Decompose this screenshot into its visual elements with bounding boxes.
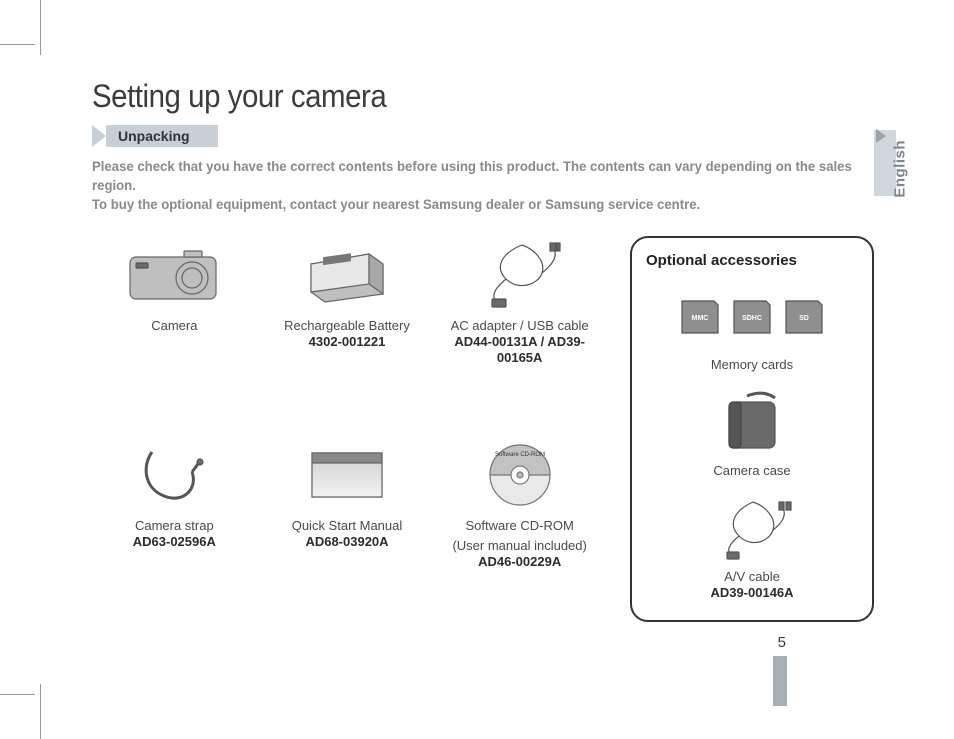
- crop-mark: [0, 44, 35, 45]
- content-area: Setting up your camera Unpacking Please …: [92, 78, 892, 622]
- item-label: Software CD-ROM: [465, 518, 573, 534]
- item-ac-adapter: AC adapter / USB cable AD44-00131A / AD3…: [437, 236, 602, 418]
- svg-text:MMC: MMC: [692, 315, 709, 322]
- opt-av-cable: A/V cable AD39-00146A: [646, 495, 858, 602]
- item-part: AD63-02596A: [133, 534, 216, 550]
- memory-cards-icon: MMC SDHC SD: [672, 283, 832, 351]
- arrow-right-icon: [876, 129, 886, 143]
- item-camera: Camera: [92, 236, 257, 418]
- intro-line-2: To buy the optional equipment, contact y…: [92, 196, 700, 212]
- item-label: Quick Start Manual: [292, 518, 403, 534]
- item-battery: Rechargeable Battery 4302-001221: [265, 236, 430, 418]
- language-label: English: [892, 140, 909, 198]
- camera-case-icon: [717, 389, 787, 457]
- arrow-stub-icon: [92, 125, 106, 147]
- strap-icon: [134, 436, 214, 514]
- av-cable-icon: [707, 495, 797, 563]
- svg-text:SDHC: SDHC: [742, 315, 762, 322]
- battery-icon: [303, 236, 391, 314]
- manual-icon: [302, 436, 392, 514]
- optional-heading: Optional accessories: [646, 252, 858, 269]
- opt-camera-case: Camera case: [646, 389, 858, 479]
- camera-icon: [124, 236, 224, 314]
- item-strap: Camera strap AD63-02596A: [92, 436, 257, 622]
- item-label: Camera strap: [135, 518, 214, 534]
- page-title: Setting up your camera: [92, 78, 828, 115]
- crop-mark: [0, 694, 35, 695]
- crop-mark: [40, 0, 41, 55]
- item-sublabel: (User manual included): [452, 538, 586, 554]
- section-header: Unpacking: [92, 125, 892, 147]
- item-part: AD44-00131A / AD39-00165A: [437, 334, 602, 367]
- opt-part: AD39-00146A: [710, 585, 793, 601]
- page-tab: [773, 656, 787, 706]
- intro-text: Please check that you have the correct c…: [92, 157, 863, 214]
- opt-label: A/V cable: [724, 569, 780, 585]
- crop-mark: [40, 684, 41, 739]
- manual-page: English Setting up your camera Unpacking…: [0, 0, 954, 739]
- intro-line-1: Please check that you have the correct c…: [92, 158, 852, 193]
- ac-adapter-icon: [472, 236, 568, 314]
- optional-panel: Optional accessories MMC SDHC: [630, 236, 874, 622]
- cdrom-icon: Software CD-ROM: [485, 436, 555, 514]
- page-number: 5: [778, 634, 786, 651]
- item-label: Rechargeable Battery: [284, 318, 410, 334]
- item-label: Camera: [151, 318, 197, 334]
- item-part: AD68-03920A: [305, 534, 388, 550]
- item-cdrom: Software CD-ROM Software CD-ROM (User ma…: [437, 436, 602, 622]
- item-part: 4302-001221: [309, 334, 386, 350]
- opt-memory-cards: MMC SDHC SD Memory cards: [646, 283, 858, 373]
- item-manual: Quick Start Manual AD68-03920A: [265, 436, 430, 622]
- included-grid: Camera Rechargeable Battery 4302-001221: [92, 236, 602, 622]
- opt-label: Memory cards: [711, 357, 793, 373]
- item-part: AD46-00229A: [478, 554, 561, 570]
- opt-label: Camera case: [713, 463, 790, 479]
- section-label: Unpacking: [106, 125, 218, 147]
- svg-text:SD: SD: [799, 315, 809, 322]
- cd-label-text: Software CD-ROM: [495, 452, 545, 458]
- item-label: AC adapter / USB cable: [451, 318, 589, 334]
